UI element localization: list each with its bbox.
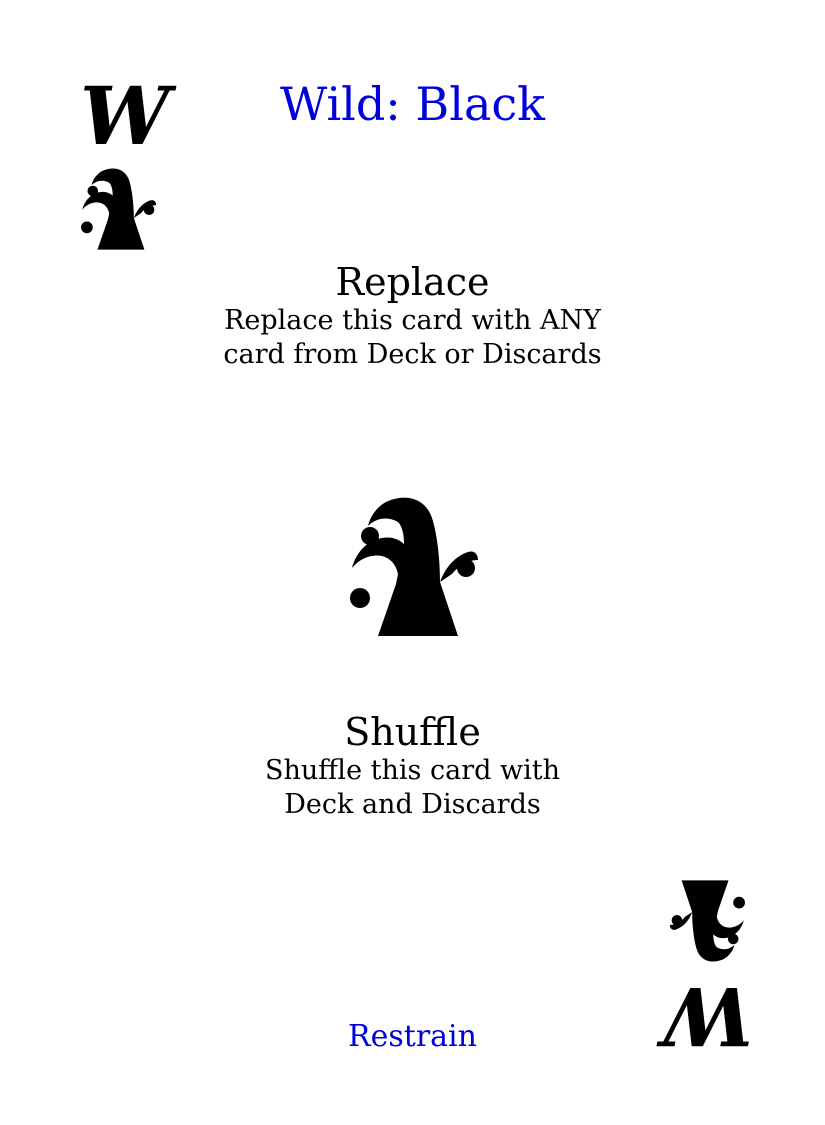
card-footer-text: Restrain	[348, 1019, 477, 1054]
action-heading-replace: Replace	[335, 260, 490, 304]
game-card: W Wild: Black Replace Replace this card …	[0, 0, 825, 1125]
action-shuffle: Shuffle Shuffle this card with Deck and …	[0, 710, 825, 822]
action-text-line: card from Deck or Discards	[223, 339, 602, 370]
card-title: Wild: Black	[0, 78, 825, 130]
action-heading-shuffle: Shuffle	[344, 710, 481, 754]
action-text-line: Replace this card with ANY	[224, 305, 601, 336]
jester-hat-icon	[81, 168, 157, 250]
action-replace: Replace Replace this card with ANY card …	[0, 260, 825, 372]
action-text-line: Deck and Discards	[284, 789, 541, 820]
card-title-text: Wild: Black	[279, 77, 546, 131]
card-footer: Restrain	[0, 1019, 825, 1055]
jester-hat-icon	[350, 497, 478, 636]
jester-hat-icon	[669, 880, 745, 962]
action-text-line: Shuffle this card with	[265, 755, 560, 786]
